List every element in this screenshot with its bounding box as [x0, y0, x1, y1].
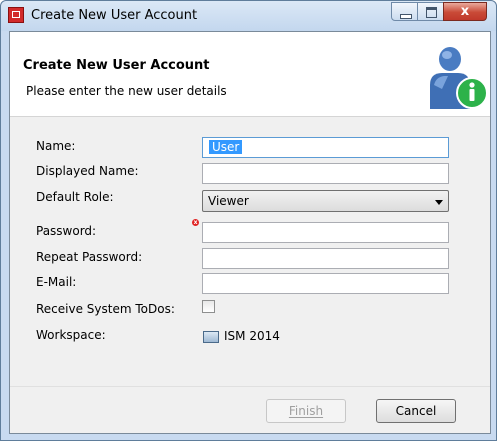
default-role-select[interactable]: Viewer — [202, 190, 449, 212]
finish-button[interactable]: Finish — [266, 399, 346, 423]
banner-subtitle: Please enter the new user details — [26, 84, 227, 98]
repeat-password-label: Repeat Password: — [36, 250, 143, 264]
dialog-content: Create New User Account Please enter the… — [9, 31, 491, 434]
minimize-button[interactable] — [391, 2, 418, 21]
displayed-name-input[interactable] — [202, 163, 449, 184]
receive-todos-checkbox[interactable] — [202, 300, 215, 313]
cancel-label: Cancel — [395, 404, 437, 418]
finish-label: Finish — [288, 404, 324, 418]
email-input[interactable] — [202, 273, 449, 294]
name-value: User — [209, 140, 243, 154]
button-bar-divider — [10, 386, 490, 387]
default-role-value: Viewer — [208, 194, 249, 208]
workspace-value: ISM 2014 — [224, 329, 280, 343]
error-icon: x — [192, 219, 199, 226]
displayed-name-label: Displayed Name: — [36, 164, 139, 178]
title-bar[interactable]: Create New User Account x — [1, 1, 496, 31]
repeat-password-input[interactable] — [202, 248, 449, 269]
receive-todos-label: Receive System ToDos: — [36, 302, 175, 316]
app-icon — [8, 7, 24, 23]
default-role-label: Default Role: — [36, 190, 114, 204]
password-label: Password: — [36, 224, 97, 238]
email-label: E-Mail: — [36, 275, 77, 289]
password-input[interactable] — [202, 222, 449, 243]
dialog-window: Create New User Account x Create New Use… — [0, 0, 497, 441]
name-input[interactable]: User — [202, 137, 449, 158]
header-banner: Create New User Account Please enter the… — [10, 32, 490, 117]
name-label: Name: — [36, 139, 76, 153]
banner-title: Create New User Account — [23, 58, 210, 73]
workspace-icon — [203, 331, 219, 343]
close-button[interactable]: x — [443, 2, 487, 21]
chevron-down-icon — [435, 200, 443, 205]
maximize-button[interactable] — [417, 2, 444, 21]
close-icon: x — [460, 4, 470, 19]
cancel-button[interactable]: Cancel — [376, 399, 456, 423]
workspace-label: Workspace: — [36, 328, 106, 342]
window-title: Create New User Account — [31, 8, 198, 23]
user-info-icon — [430, 47, 488, 109]
